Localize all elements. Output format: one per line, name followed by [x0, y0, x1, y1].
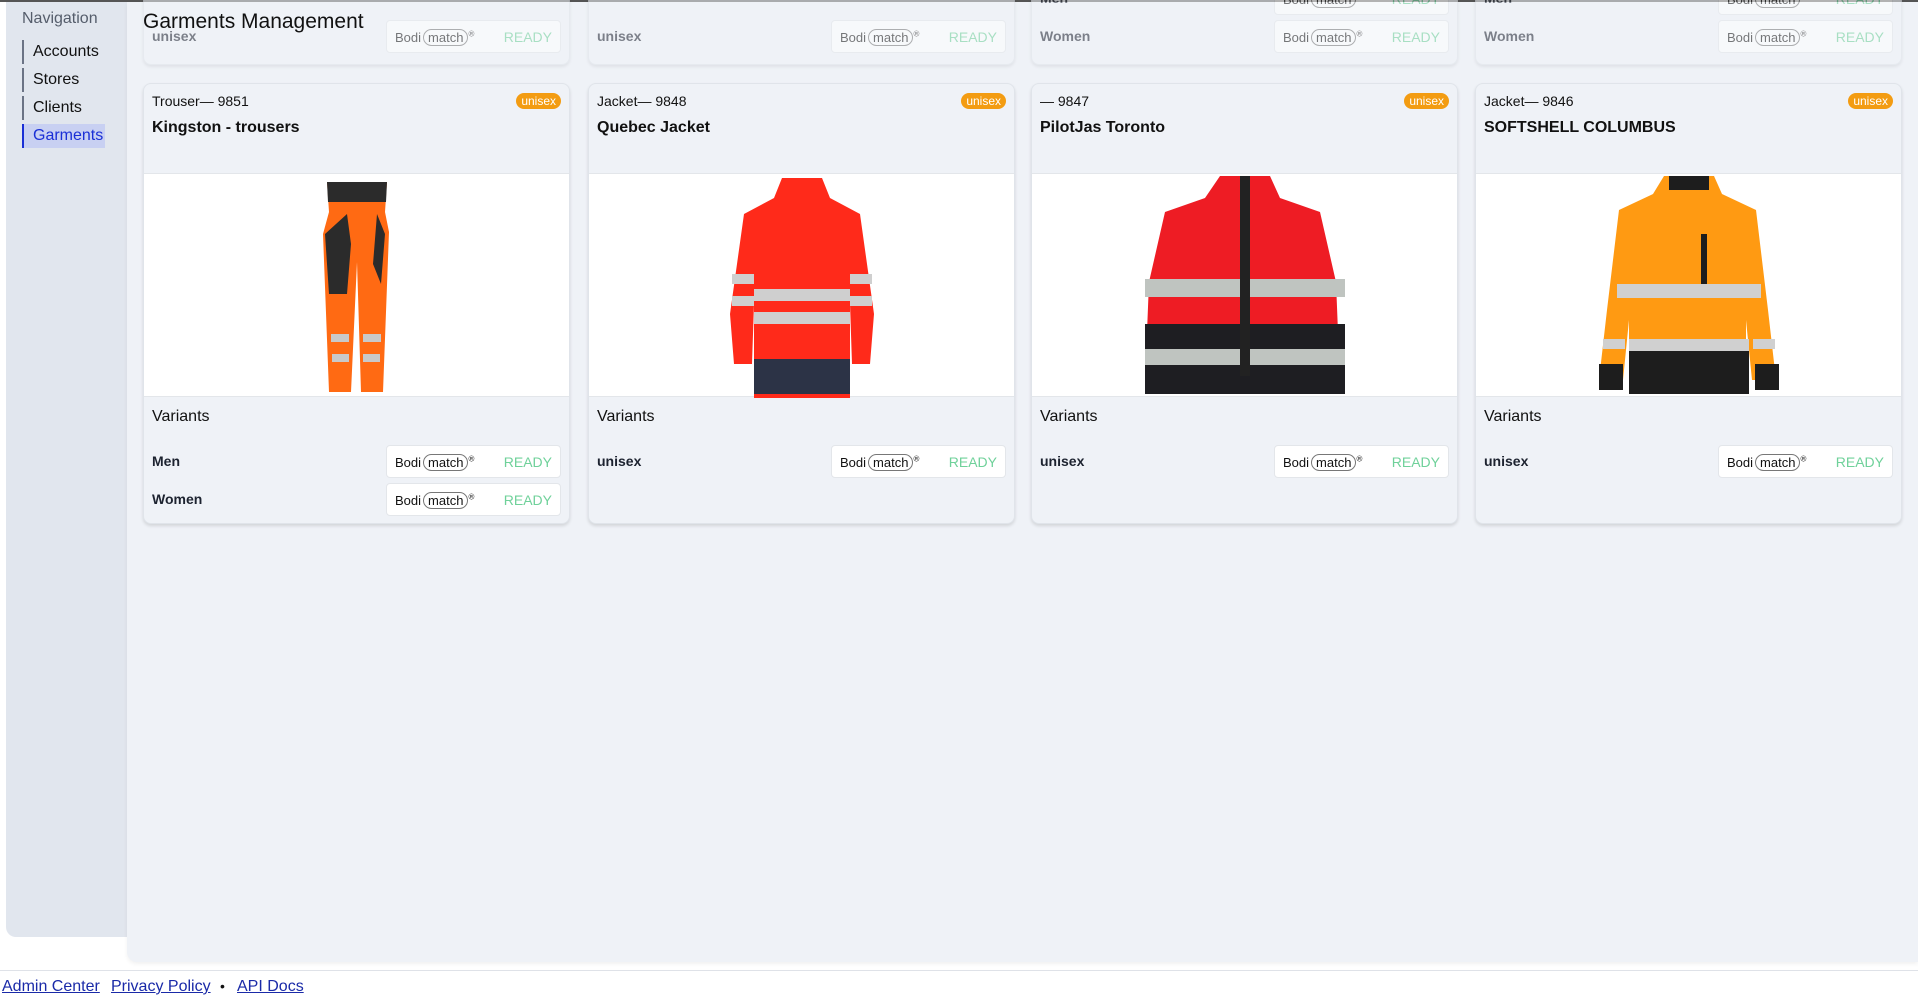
variant-row: unisex Bodi match ® READY [1484, 445, 1893, 478]
gender-badge: unisex [516, 93, 561, 109]
variant-status: READY [503, 29, 552, 45]
bodimatch-status-button[interactable]: Bodimatch® READY [1274, 0, 1449, 15]
garment-image-jacket-red-black [1032, 173, 1457, 397]
variant-row: unisex Bodi match ® READY [1040, 445, 1449, 478]
sidebar-item-garments[interactable]: Garments [22, 124, 106, 148]
bodimatch-status-button[interactable]: Bodimatch® READY [1718, 20, 1893, 53]
sidebar-item-accounts[interactable]: Accounts [22, 40, 99, 64]
bodimatch-status-button[interactable]: Bodimatch® READY [831, 20, 1006, 53]
variant-row: Men Bodimatch® READY [152, 445, 561, 478]
bodimatch-logo: Bodimatch® [1727, 454, 1807, 471]
variant-name: Women [152, 491, 203, 507]
bodimatch-logo: Bodimatch® [1283, 0, 1362, 8]
variant-status: READY [1391, 454, 1440, 470]
sidebar-item-clients[interactable]: Clients [22, 96, 82, 120]
variant-row: Men Bodimatch® READY [1040, 0, 1449, 15]
variant-row: Women Bodi match ® READY [1484, 20, 1893, 53]
bodimatch-logo: Bodimatch® [1727, 29, 1807, 46]
bodimatch-status-button[interactable]: Bodimatch® READY [1718, 0, 1893, 15]
bodimatch-status-button[interactable]: Bodimatch® READY [831, 445, 1006, 478]
bodimatch-logo: Bodimatch® [840, 29, 920, 46]
variant-name: Men [1040, 0, 1068, 6]
garment-name: Kingston - trousers [152, 119, 300, 136]
sidebar: Navigation Accounts Stores Clients Garme… [6, 2, 127, 937]
variants-label: Variants [1484, 408, 1542, 425]
api-docs-link[interactable]: API Docs [237, 978, 304, 996]
variant-name: Women [1040, 28, 1091, 44]
variant-status: READY [503, 492, 552, 508]
variant-row: unisex Bodi match ® READY [597, 20, 1006, 53]
variant-name: unisex [1484, 453, 1529, 469]
variant-row: unisex Bodi match ® READY [597, 445, 1006, 478]
gender-badge: unisex [961, 93, 1006, 109]
variant-status: READY [948, 454, 997, 470]
variants-label: Variants [597, 408, 655, 425]
bodimatch-status-button[interactable]: Bodimatch® READY [386, 445, 561, 478]
bodimatch-logo: Bodimatch® [395, 29, 475, 46]
variants-label: Variants [152, 408, 210, 425]
variant-status: READY [1835, 29, 1884, 45]
variant-row: Women Bodi match ® READY [1040, 20, 1449, 53]
nav-title: Navigation [22, 10, 98, 27]
variant-status: READY [1392, 0, 1440, 7]
garment-card[interactable]: — 9847 unisex PilotJas Toronto Variants … [1031, 83, 1458, 524]
garment-image-trousers [144, 173, 569, 397]
sidebar-item-stores[interactable]: Stores [22, 68, 79, 92]
bodimatch-logo: Bodimatch® [1727, 0, 1806, 8]
variant-name: Men [1484, 0, 1512, 6]
gender-badge: unisex [1404, 93, 1449, 109]
variant-status: READY [1836, 0, 1884, 7]
garment-card[interactable]: Jacket— 9846 unisex SOFTSHELL COLUMBUS V… [1475, 83, 1902, 524]
page-title: Garments Management [143, 10, 364, 33]
bodimatch-status-button[interactable]: Bodimatch® READY [386, 483, 561, 516]
variants-label: Variants [1040, 408, 1098, 425]
garment-name: PilotJas Toronto [1040, 119, 1166, 136]
variant-row: Men Bodimatch® READY [1484, 0, 1893, 15]
gender-badge: unisex [1848, 93, 1893, 109]
garment-name: Quebec Jacket [597, 119, 710, 136]
variant-row: Women Bodi match ® READY [152, 483, 561, 516]
admin-center-link[interactable]: Admin Center [2, 978, 100, 996]
garment-meta: Jacket— 9846 [1484, 93, 1574, 109]
variant-name: unisex [1040, 453, 1085, 469]
garment-card[interactable]: Jacket— 9848 unisex Quebec Jacket Varian… [588, 83, 1015, 524]
variant-status: READY [1391, 29, 1440, 45]
footer-separator: • [220, 978, 225, 994]
privacy-policy-link[interactable]: Privacy Policy [111, 978, 211, 996]
garment-card-partial[interactable]: Men Bodimatch® READY Women Bodimatch® RE… [1031, 0, 1458, 65]
garment-meta: — 9847 [1040, 93, 1090, 109]
garment-image-jacket-orange [1476, 173, 1901, 397]
variant-status: READY [503, 454, 552, 470]
variant-name: Women [1484, 28, 1535, 44]
bodimatch-status-button[interactable]: Bodimatch® READY [1718, 445, 1893, 478]
bodimatch-logo: Bodimatch® [395, 454, 475, 471]
bodimatch-logo: Bodimatch® [840, 454, 920, 471]
bodimatch-status-button[interactable]: Bodimatch® READY [386, 20, 561, 53]
garment-card-partial[interactable]: unisex Bodi match ® READY [588, 0, 1015, 65]
variant-name: unisex [597, 453, 642, 469]
variant-name: unisex [597, 28, 642, 44]
bodimatch-logo: Bodimatch® [1283, 454, 1363, 471]
garment-name: SOFTSHELL COLUMBUS [1484, 119, 1676, 136]
garment-image-jacket-red [589, 173, 1014, 398]
garment-meta: Jacket— 9848 [597, 93, 687, 109]
bodimatch-logo: Bodimatch® [395, 492, 475, 509]
bodimatch-status-button[interactable]: Bodimatch® READY [1274, 20, 1449, 53]
variant-name: Men [152, 453, 180, 469]
bodimatch-status-button[interactable]: Bodimatch® READY [1274, 445, 1449, 478]
garment-card[interactable]: Trouser— 9851 unisex Kingston - trousers… [143, 83, 570, 524]
variant-status: READY [948, 29, 997, 45]
garment-meta: Trouser— 9851 [152, 93, 249, 109]
variant-status: READY [1835, 454, 1884, 470]
bodimatch-logo: Bodimatch® [1283, 29, 1363, 46]
garment-card-partial[interactable]: Men Bodimatch® READY Women Bodimatch® RE… [1475, 0, 1902, 65]
footer: Admin Center Privacy Policy • API Docs [0, 970, 1918, 1003]
